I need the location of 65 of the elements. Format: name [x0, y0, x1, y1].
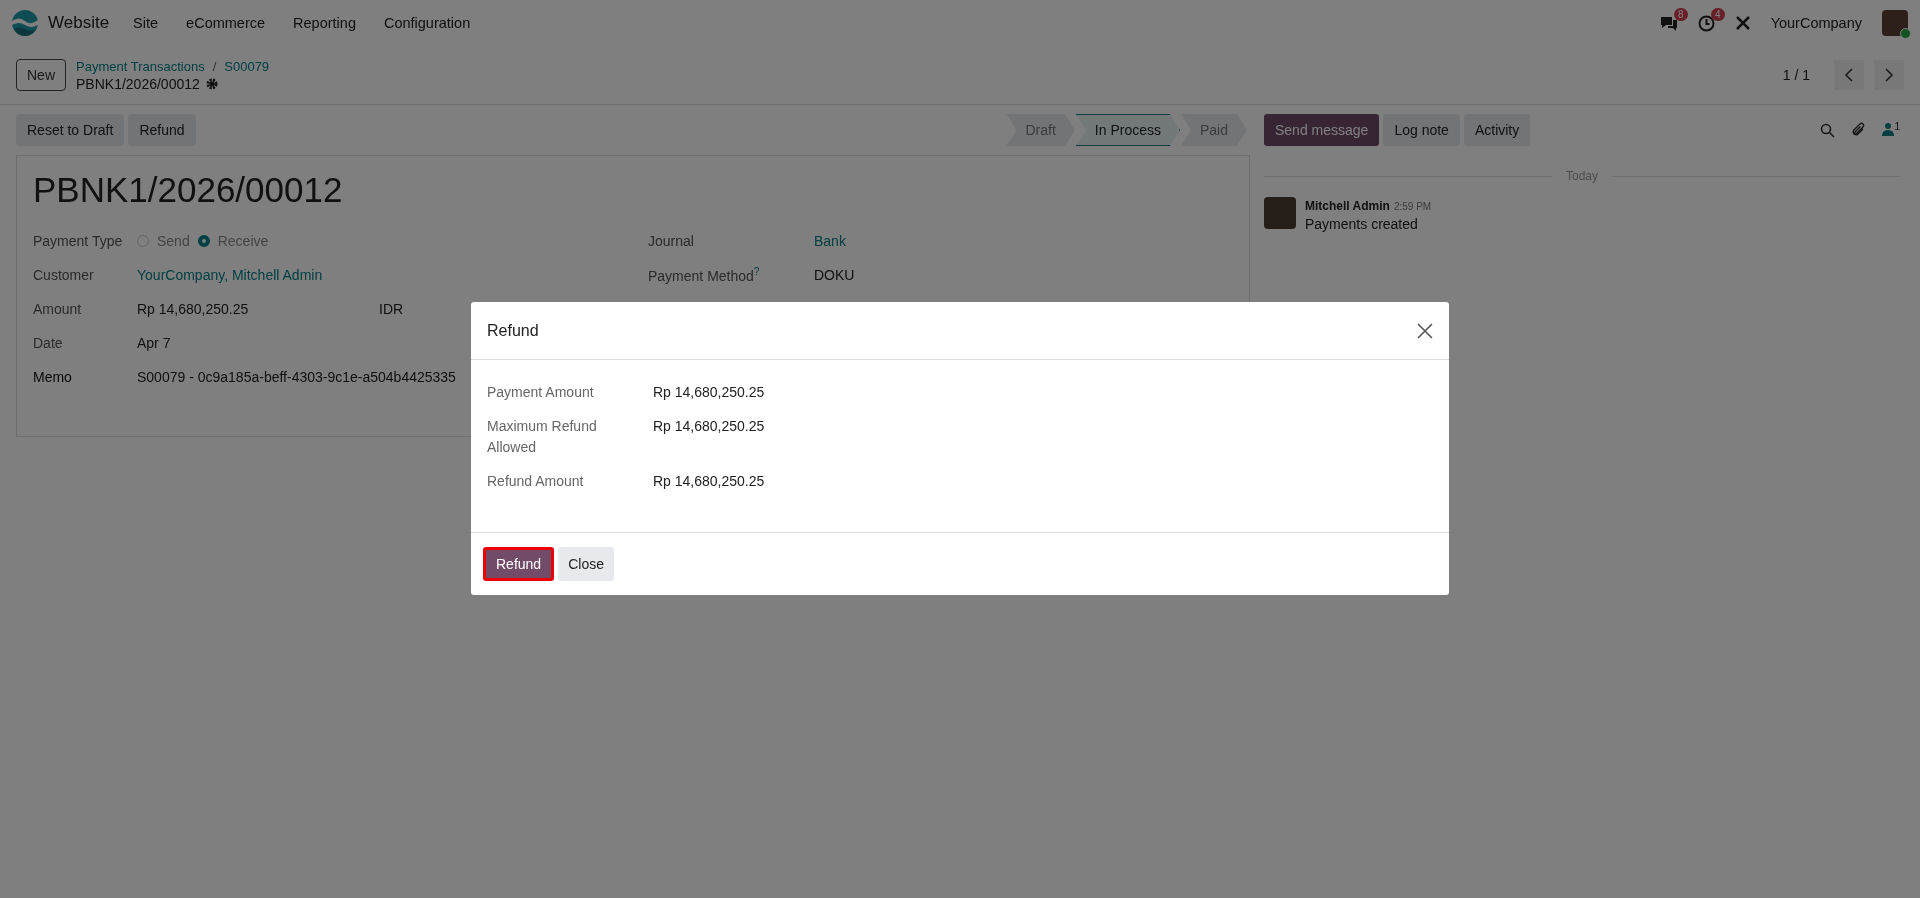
action-button[interactable]: Refund [128, 114, 196, 146]
dialog-button[interactable]: Refund [483, 547, 555, 581]
menu-item[interactable]: Reporting [289, 15, 360, 31]
radio-label[interactable]: Receive [217, 233, 269, 249]
radio-button[interactable] [197, 235, 210, 247]
field-label: Amount [33, 301, 83, 317]
field-value[interactable]: Rp 14,680,250.25 [137, 301, 379, 317]
chevron-left-icon[interactable] [1844, 68, 1854, 82]
chatter-button[interactable]: Send message [1264, 114, 1380, 146]
record-name: PBNK1/2026/00012 [76, 75, 200, 92]
action-button[interactable]: Reset to Draft [16, 114, 125, 146]
user-avatar[interactable] [1882, 10, 1908, 36]
dialog-button[interactable]: Close [558, 547, 614, 581]
breadcrumb-link[interactable]: S00079 [224, 58, 270, 74]
field-value[interactable]: DOKU [814, 267, 1233, 283]
field-label: Payment Type [33, 233, 124, 249]
message-body: Payments created [1305, 216, 1419, 232]
gear-icon[interactable] [205, 77, 218, 90]
chevron-right-icon[interactable] [1884, 68, 1894, 82]
follower-count[interactable]: 1 [1894, 121, 1900, 133]
menu-item[interactable]: eCommerce [182, 15, 270, 31]
field-value[interactable]: Rp 14,680,250.25 [653, 382, 1433, 403]
author-avatar [1264, 197, 1296, 229]
paperclip-icon[interactable] [1851, 122, 1867, 138]
message-count-badge: 8 [1674, 8, 1688, 21]
chatter-button[interactable]: Activity [1463, 114, 1531, 146]
chat-icon[interactable] [1659, 15, 1678, 31]
breadcrumb-link[interactable]: Payment Transactions [76, 58, 205, 74]
message-time: 2:59 PM [1393, 201, 1432, 212]
field-label: Refund Amount [487, 472, 585, 491]
field-label: Customer [33, 267, 95, 283]
message-author: Mitchell Admin [1305, 199, 1390, 213]
activity-count-badge: 4 [1711, 7, 1725, 21]
currency-value[interactable]: IDR [379, 301, 404, 317]
breadcrumb-separator: / [212, 58, 217, 74]
pager-counter: 1 / 1 [1782, 67, 1810, 83]
help-mark[interactable]: ? [753, 266, 760, 278]
previous-button[interactable] [1834, 60, 1864, 90]
next-button[interactable] [1874, 60, 1904, 90]
field-label: Payment Method [648, 267, 754, 284]
field-value[interactable]: Rp 14,680,250.25 [653, 471, 1433, 492]
record-title: PBNK1/2026/00012 [33, 170, 344, 210]
field-label: Date [33, 335, 64, 351]
field-link[interactable]: Bank [814, 233, 1233, 249]
app-logo-icon [12, 10, 38, 36]
status-stage[interactable]: Draft [1006, 114, 1075, 146]
field-label: Memo [33, 369, 73, 385]
field-value[interactable]: Rp 14,680,250.25 [653, 416, 1433, 458]
menu-item[interactable]: Site [129, 15, 163, 31]
field-link[interactable]: YourCompany, Mitchell Admin [137, 267, 648, 283]
app-name[interactable]: Website [48, 13, 110, 33]
person-icon[interactable] [1882, 121, 1895, 136]
close-button[interactable] [1417, 322, 1433, 339]
radio-label[interactable]: Send [157, 233, 190, 249]
chatter-button[interactable]: Log note [1383, 114, 1460, 146]
field-label: Journal [648, 233, 694, 249]
field-label: Payment Amount [487, 383, 595, 402]
menu-item[interactable]: Configuration [379, 15, 475, 31]
dialog-title: Refund [487, 321, 540, 340]
clock-icon[interactable] [1697, 14, 1715, 32]
company-name[interactable]: YourCompany [1770, 15, 1862, 31]
search-icon[interactable] [1820, 122, 1836, 138]
status-stage[interactable]: In Process [1075, 114, 1180, 146]
field-label: Maximum Refund Allowed [487, 417, 598, 457]
new-button[interactable]: New [16, 59, 66, 91]
